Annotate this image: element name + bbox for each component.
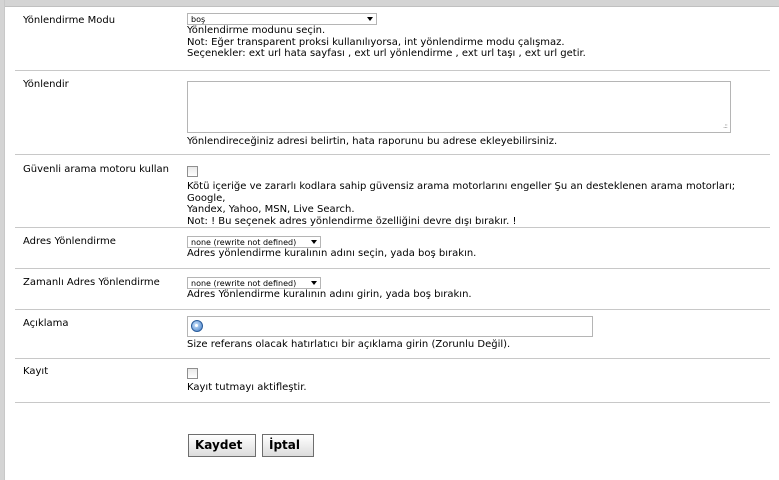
chevron-down-icon <box>311 240 317 244</box>
resize-grip-icon[interactable]: .:: <box>723 122 728 130</box>
chevron-down-icon <box>367 17 373 21</box>
scheduled-rewrite-label: Zamanlı Adres Yönlendirme <box>23 277 160 288</box>
row-description: Açıklama Size referans olacak hatırlatıc… <box>15 310 770 359</box>
safe-search-help: Kötü içeriğe ve zararlı kodlara sahip gü… <box>187 181 770 227</box>
redirect-label: Yönlendir <box>23 79 69 90</box>
row-scheduled-rewrite: Zamanlı Adres Yönlendirme none (rewrite … <box>15 269 770 310</box>
help-line: Kötü içeriğe ve zararlı kodlara sahip gü… <box>187 181 736 204</box>
description-help: Size referans olacak hatırlatıcı bir açı… <box>187 339 511 350</box>
row-redirect-mode: Yönlendirme Modu boş Yönlendirme modunu … <box>15 7 770 71</box>
url-rewrite-select-value: none (rewrite not defined) <box>191 238 297 247</box>
redirect-mode-value: boş Yönlendirme modunu seçin. Not: Eğer … <box>187 13 770 60</box>
url-rewrite-help: Adres yönlendirme kuralının adını seçin,… <box>187 248 477 259</box>
logging-help: Kayıt tutmayı aktifleştir. <box>187 382 307 393</box>
row-logging: Kayıt Kayıt tutmayı aktifleştir. <box>15 359 770 403</box>
settings-panel: Yönlendirme Modu boş Yönlendirme modunu … <box>4 0 779 480</box>
help-line: Not: ! Bu seçenek adres yönlendirme özel… <box>187 215 517 227</box>
tag-icon <box>191 320 203 332</box>
save-button[interactable]: Kaydet <box>188 434 256 457</box>
redirect-help: Yönlendireceğiniz adresi belirtin, hata … <box>187 136 558 147</box>
scheduled-rewrite-select[interactable]: none (rewrite not defined) <box>187 277 321 289</box>
redirect-value: .:: Yönlendireceğiniz adresi belirtin, h… <box>187 81 770 148</box>
safe-search-label: Güvenli arama motoru kullan <box>23 164 170 175</box>
scheduled-rewrite-help: Adres Yönlendirme kuralının adını girin,… <box>187 289 472 300</box>
description-value: Size referans olacak hatırlatıcı bir açı… <box>187 316 770 351</box>
help-line: Seçenekler: ext url hata sayfası , ext u… <box>187 48 586 59</box>
redirect-mode-select[interactable]: boş <box>187 13 377 25</box>
url-rewrite-value: none (rewrite not defined) Adres yönlend… <box>187 236 770 260</box>
redirect-textarea[interactable]: .:: <box>187 81 731 133</box>
row-redirect: Yönlendir .:: Yönlendireceğiniz adresi b… <box>15 71 770 155</box>
url-rewrite-select[interactable]: none (rewrite not defined) <box>187 236 321 248</box>
url-rewrite-label: Adres Yönlendirme <box>23 236 116 247</box>
logging-checkbox[interactable] <box>187 368 198 379</box>
redirect-mode-help: Yönlendirme modunu seçin. Not: Eğer tran… <box>187 25 770 60</box>
redirect-mode-select-value: boş <box>191 15 206 24</box>
help-line: Yandex, Yahoo, MSN, Live Search. <box>187 204 355 215</box>
row-url-rewrite: Adres Yönlendirme none (rewrite not defi… <box>15 228 770 269</box>
safe-search-value: Kötü içeriğe ve zararlı kodlara sahip gü… <box>187 166 770 227</box>
top-border <box>5 0 779 7</box>
redirect-mode-label: Yönlendirme Modu <box>23 15 116 26</box>
safe-search-checkbox[interactable] <box>187 166 198 177</box>
cancel-button[interactable]: İptal <box>262 434 314 457</box>
row-safe-search: Güvenli arama motoru kullan Kötü içeriğe… <box>15 155 770 228</box>
logging-label: Kayıt <box>23 366 49 377</box>
description-input[interactable] <box>187 316 593 337</box>
scheduled-rewrite-value: none (rewrite not defined) Adres Yönlend… <box>187 277 770 301</box>
help-line: Not: Eğer transparent proksi kullanılıyo… <box>187 36 565 48</box>
logging-value: Kayıt tutmayı aktifleştir. <box>187 368 770 394</box>
description-label: Açıklama <box>23 318 69 329</box>
help-line: Yönlendirme modunu seçin. <box>187 25 326 36</box>
chevron-down-icon <box>311 281 317 285</box>
scheduled-rewrite-select-value: none (rewrite not defined) <box>191 279 297 288</box>
